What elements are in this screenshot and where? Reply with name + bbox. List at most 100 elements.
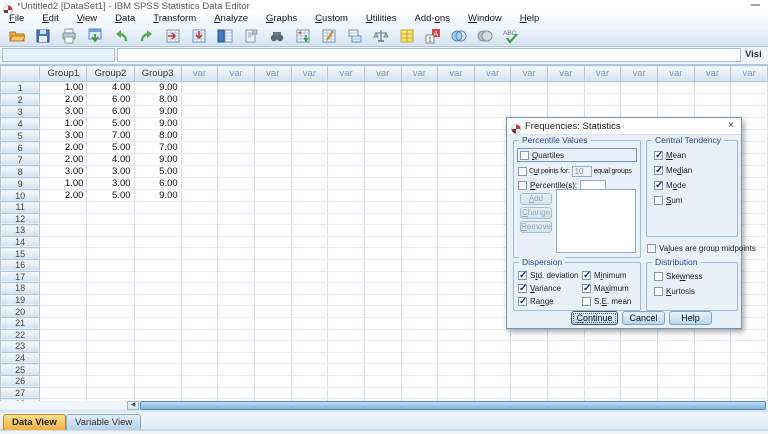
cell[interactable] <box>364 352 402 365</box>
menu-window[interactable]: Window <box>459 13 511 25</box>
cut-points-checkbox-box[interactable] <box>518 167 527 176</box>
checkbox-maximum[interactable]: ✓ Maximum <box>582 284 638 294</box>
column-header-var[interactable]: var <box>217 65 255 82</box>
cell[interactable] <box>620 329 658 342</box>
cell[interactable] <box>291 117 329 130</box>
cell[interactable] <box>584 363 622 376</box>
cell[interactable] <box>694 81 732 94</box>
cell[interactable] <box>327 375 365 388</box>
cell[interactable] <box>547 363 585 376</box>
cell[interactable] <box>364 363 402 376</box>
cell[interactable] <box>437 165 475 178</box>
menu-add-ons[interactable]: Add-ons <box>406 13 459 25</box>
cell-editor-box[interactable] <box>117 48 741 62</box>
cell[interactable] <box>181 153 219 166</box>
cell[interactable] <box>134 387 182 400</box>
cell[interactable] <box>327 305 365 318</box>
cell[interactable] <box>547 375 585 388</box>
column-header-group1[interactable]: Group1 <box>39 65 88 82</box>
cell[interactable] <box>694 93 732 106</box>
group-midpoints-checkbox-box[interactable] <box>647 244 656 253</box>
value-labels-grid-button[interactable] <box>394 26 420 46</box>
checkbox-box[interactable] <box>582 297 591 306</box>
cell[interactable] <box>401 363 439 376</box>
checkbox-skewness[interactable]: Skewness <box>654 272 702 281</box>
column-header-var[interactable]: var <box>437 65 475 82</box>
cell[interactable] <box>217 387 255 400</box>
cell[interactable]: 3.00 <box>39 105 88 118</box>
cell[interactable] <box>254 201 292 214</box>
cell[interactable] <box>694 387 732 400</box>
checkbox-box[interactable]: ✓ <box>654 166 663 176</box>
cell[interactable] <box>217 117 255 130</box>
cell[interactable] <box>181 141 219 154</box>
add-button[interactable]: Add <box>520 193 552 205</box>
cell[interactable] <box>86 305 135 318</box>
cell[interactable] <box>620 363 658 376</box>
column-header-var[interactable]: var <box>620 65 658 82</box>
menu-transform[interactable]: Transform <box>144 13 205 25</box>
cell[interactable] <box>291 329 329 342</box>
cell[interactable] <box>657 81 695 94</box>
cell[interactable]: 4.00 <box>86 81 135 94</box>
cell[interactable] <box>364 165 402 178</box>
cell[interactable] <box>694 329 732 342</box>
cell[interactable] <box>584 329 622 342</box>
cell[interactable] <box>291 247 329 260</box>
cell[interactable] <box>254 213 292 226</box>
cell[interactable] <box>217 363 255 376</box>
save-button[interactable] <box>30 26 56 46</box>
cell[interactable] <box>437 271 475 284</box>
cell[interactable] <box>364 282 402 295</box>
cell[interactable] <box>291 317 329 330</box>
cell[interactable] <box>401 141 439 154</box>
cell[interactable] <box>254 247 292 260</box>
checkbox-sum[interactable]: Sum <box>654 196 692 205</box>
row-header-22[interactable]: 22 <box>0 328 41 342</box>
cell[interactable] <box>547 387 585 400</box>
cell[interactable] <box>437 213 475 226</box>
cell[interactable] <box>364 247 402 260</box>
cell[interactable] <box>254 236 292 249</box>
column-header-var[interactable]: var <box>180 65 219 82</box>
cell[interactable] <box>401 259 439 272</box>
cell[interactable] <box>181 317 219 330</box>
cell[interactable] <box>134 201 182 214</box>
group-midpoints-checkbox[interactable]: Values are group midpoints <box>647 244 756 253</box>
cell[interactable] <box>327 117 365 130</box>
cell[interactable] <box>86 201 135 214</box>
checkbox-mode[interactable]: ✓ Mode <box>654 181 692 191</box>
cell[interactable] <box>134 363 182 376</box>
goto-case-button[interactable] <box>160 26 186 46</box>
cell[interactable] <box>86 271 135 284</box>
cell[interactable] <box>291 105 329 118</box>
cell[interactable] <box>254 224 292 237</box>
cell[interactable] <box>291 224 329 237</box>
cell[interactable] <box>327 282 365 295</box>
cell[interactable] <box>217 329 255 342</box>
cell[interactable] <box>547 340 585 353</box>
cell[interactable] <box>254 317 292 330</box>
cell[interactable] <box>401 224 439 237</box>
cell[interactable] <box>510 352 549 365</box>
row-header-17[interactable]: 17 <box>0 270 41 284</box>
cell[interactable] <box>437 329 475 342</box>
cell[interactable] <box>217 141 255 154</box>
cell[interactable] <box>181 93 219 106</box>
cell[interactable] <box>181 236 219 249</box>
cell[interactable] <box>254 294 292 307</box>
cell[interactable] <box>134 375 182 388</box>
cell[interactable] <box>217 93 255 106</box>
cell[interactable] <box>291 259 329 272</box>
split-file-button[interactable] <box>342 26 368 46</box>
cell[interactable] <box>327 329 365 342</box>
checkbox-std-deviation[interactable]: ✓ Std. deviation <box>518 271 582 281</box>
cell[interactable] <box>694 375 732 388</box>
cell[interactable] <box>474 105 512 118</box>
cell[interactable]: 8.00 <box>134 129 182 142</box>
cell[interactable] <box>401 317 439 330</box>
cell[interactable] <box>217 153 255 166</box>
cell[interactable] <box>217 81 255 94</box>
cell[interactable] <box>86 329 135 342</box>
cell[interactable] <box>291 177 329 190</box>
